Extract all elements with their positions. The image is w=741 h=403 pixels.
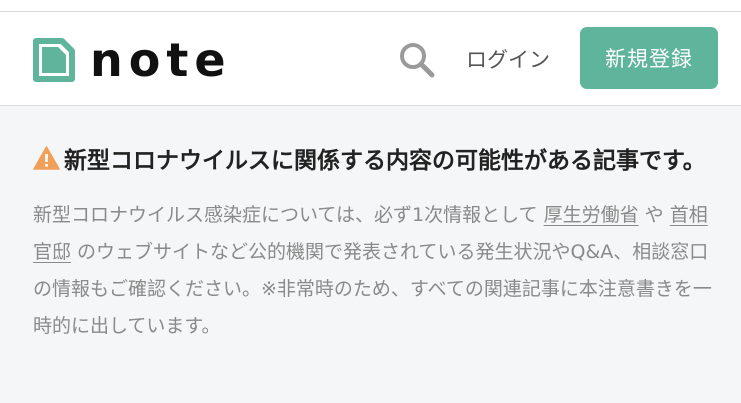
logo-wordmark: note	[90, 33, 232, 87]
top-edge	[0, 0, 741, 12]
mhlw-link[interactable]: 厚生労働省	[544, 204, 639, 226]
notice-body-text: 新型コロナウイルス感染症については、必ず1次情報として	[33, 204, 544, 226]
notice-body: 新型コロナウイルス感染症については、必ず1次情報として 厚生労働省 や 首相官邸…	[33, 197, 713, 345]
site-header: note ログイン 新規登録	[0, 12, 741, 106]
search-button[interactable]	[396, 39, 438, 81]
signup-button[interactable]: 新規登録	[580, 27, 718, 89]
notice-body-text: や	[638, 204, 670, 226]
notice-title-text: 新型コロナウイルスに関係する内容の可能性がある記事です。	[64, 148, 706, 174]
warning-icon	[33, 146, 60, 170]
login-link[interactable]: ログイン	[466, 45, 550, 75]
note-logo-icon	[33, 38, 75, 82]
note-logo[interactable]: note	[32, 36, 232, 84]
notice-body-text: のウェブサイトなど公的機関で発表されている発生状況やQ&A、相談窓口の情報もご確…	[33, 241, 712, 337]
search-icon	[400, 43, 435, 78]
covid-notice: 新型コロナウイルスに関係する内容の可能性がある記事です。 新型コロナウイルス感染…	[33, 140, 713, 345]
notice-title: 新型コロナウイルスに関係する内容の可能性がある記事です。	[33, 140, 713, 183]
